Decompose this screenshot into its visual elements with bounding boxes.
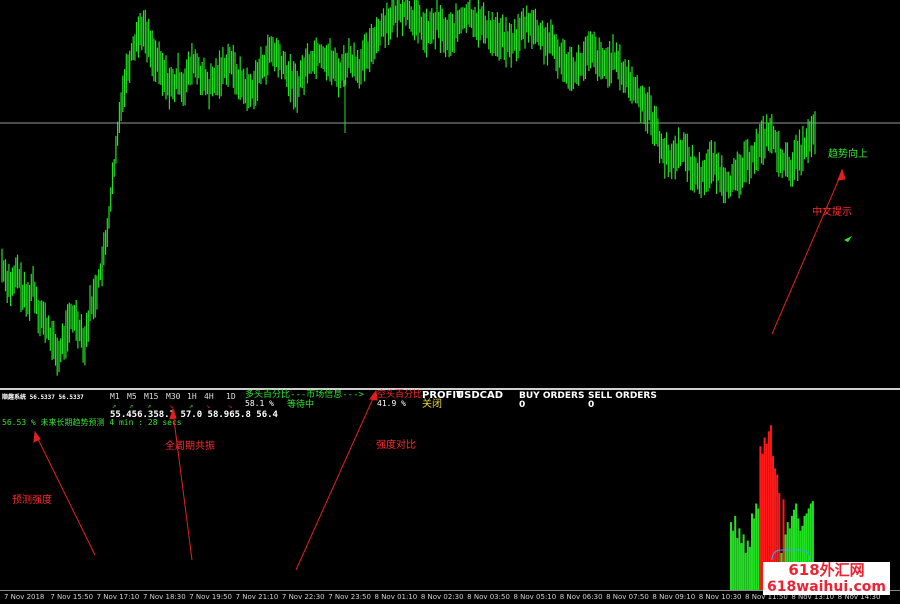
trend-up-label: 趋势向上 <box>828 149 868 160</box>
time-tick: 7 Nov 2018 <box>4 593 45 601</box>
strength-compare-label: 强度对比 <box>376 440 416 451</box>
forecast-strength-label: 预测强度 <box>12 495 52 506</box>
arrow-to-trend-label <box>771 171 843 335</box>
indicator-panel[interactable]: 顺趣系统 56.5337 56.5337 M1 M5 M15 M30 1H 4H… <box>0 390 900 590</box>
time-tick: 7 Nov 23:50 <box>328 593 371 601</box>
time-tick: 8 Nov 03:50 <box>467 593 510 601</box>
site-watermark: 618外汇网 618waihui.com <box>763 562 890 595</box>
watermark-line-1: 618外汇网 <box>763 562 890 579</box>
panel-annotation-arrows <box>33 390 378 571</box>
time-tick: 8 Nov 07:50 <box>606 593 649 601</box>
time-tick: 8 Nov 01:10 <box>374 593 418 601</box>
time-tick: 8 Nov 10:30 <box>698 593 742 601</box>
annotation-arrows <box>771 168 846 335</box>
time-tick: 7 Nov 15:50 <box>50 593 94 601</box>
time-tick: 8 Nov 09:10 <box>652 593 696 601</box>
time-tick: 7 Nov 18:30 <box>142 593 186 601</box>
time-tick: 8 Nov 02:30 <box>420 593 464 601</box>
time-tick: 7 Nov 22:30 <box>281 593 325 601</box>
time-tick: 7 Nov 21:10 <box>235 593 279 601</box>
time-tick: 7 Nov 17:10 <box>96 593 140 601</box>
time-tick: 8 Nov 05:10 <box>513 593 557 601</box>
price-chart[interactable] <box>0 0 900 388</box>
time-tick: 7 Nov 19:50 <box>189 593 232 601</box>
arrow-head-trend <box>837 168 846 181</box>
watermark-line-2: 618waihui.com <box>763 579 890 595</box>
small-cursor-icon <box>844 236 852 242</box>
chinese-hint-label: 中文提示 <box>812 207 852 218</box>
time-tick: 8 Nov 06:30 <box>559 593 603 601</box>
price-bars <box>1 0 816 376</box>
all-period-resonance-label: 全周期共振 <box>165 441 215 452</box>
